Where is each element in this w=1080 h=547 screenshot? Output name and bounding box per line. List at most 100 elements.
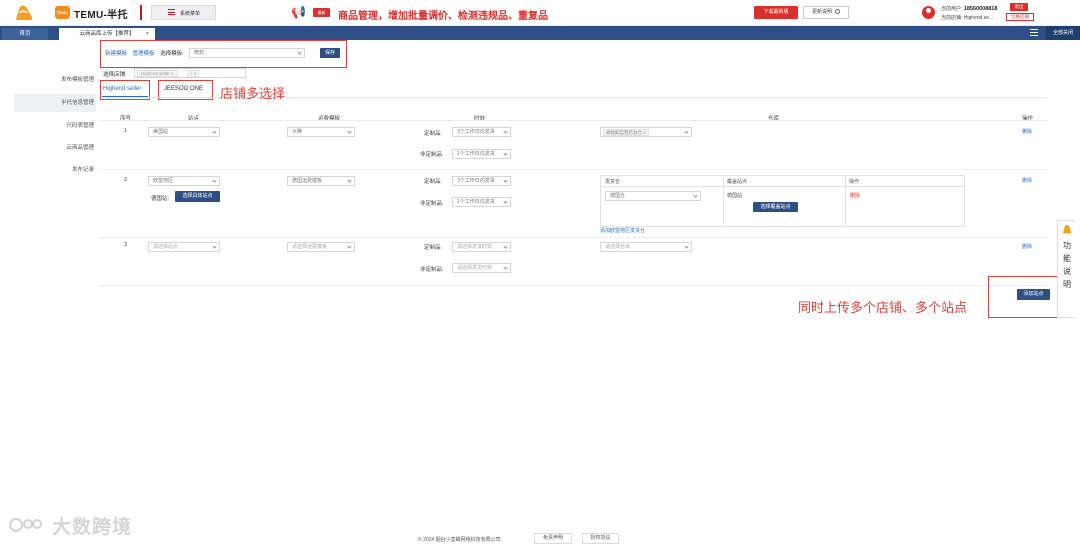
tab-cloud-upload-label: 云商品库上传【推荐】 [79, 31, 135, 37]
template-select[interactable]: 微软 [189, 48, 305, 58]
chevron-down-icon [684, 244, 689, 249]
new-template-link[interactable]: 新建模板 [105, 51, 127, 57]
close-icon[interactable]: × [146, 28, 149, 40]
custom-time-select[interactable]: 3个工作日内发货 [452, 127, 511, 137]
system-menu-label: 系统菜单 [180, 11, 201, 17]
system-menu-button[interactable]: 系统菜单 [151, 5, 216, 20]
site-select-placeholder: 请选择站点 [153, 244, 179, 250]
noncustom-time-select[interactable]: 请选择发货时效 [452, 263, 511, 273]
row-index: 3 [124, 242, 128, 248]
chevron-down-icon [347, 244, 352, 249]
select-store-label: 选择店铺: [103, 72, 127, 78]
shipping-select-placeholder: 请选择运费模板 [292, 244, 328, 250]
delete-row-link[interactable]: 删除 [1022, 177, 1032, 184]
top-header: TEMU TEMU-半托 系统菜单 📢 最新 商品管理，增加批量调价、检测违规品… [0, 0, 1080, 26]
brand-badge: TEMU [55, 6, 70, 19]
store-more-chip: + 1 [187, 70, 200, 77]
site-select[interactable]: 欧盟地区 [148, 176, 220, 186]
custom-time-value: 3个工作日内发货 [457, 129, 495, 135]
shipping-select[interactable]: 请选择运费模板 [287, 242, 355, 252]
shop-tab-jeesoo[interactable]: JEESOO ONE [164, 86, 203, 92]
wh-source-value: 德国仓 [610, 193, 626, 199]
delete-row-link[interactable]: 删除 [1022, 128, 1032, 135]
add-site-button[interactable]: 添加站点 [1017, 289, 1050, 300]
menu-icon [168, 9, 175, 15]
watermark-logo-icon [9, 518, 42, 532]
custom-time-placeholder: 请选择发货时效 [457, 244, 493, 250]
noncustom-label: 非定制品: [420, 152, 444, 158]
brand-divider [140, 5, 142, 20]
tab-home[interactable]: 首页 [2, 28, 48, 40]
license-button[interactable]: 授权协议 [582, 533, 619, 544]
chevron-down-icon [684, 129, 689, 134]
save-button[interactable]: 保存 [320, 48, 340, 58]
shipping-select[interactable]: 德国运费模板 [287, 176, 355, 186]
site-select-value: 欧盟地区 [153, 178, 174, 184]
custom-time-select[interactable]: 请选择发货时效 [452, 242, 511, 252]
shipping-select[interactable]: 大腾 [287, 127, 355, 137]
sidebar-item-label: 发布记录 [71, 167, 94, 173]
chevron-down-icon [212, 244, 217, 249]
shop-tab-highend[interactable]: Highend seller [103, 86, 141, 92]
template-select-value: 微软 [194, 50, 205, 56]
sidebar-item-publish-log[interactable]: 发布记录 [14, 161, 96, 179]
download-latest-button[interactable]: 下载最新版 [754, 6, 798, 19]
sidebar-item-size-chart[interactable]: 尺码表管理 [14, 117, 96, 135]
current-user: 当前用户: 18560008818 [941, 5, 997, 12]
custom-time-value: 3个工作日内发货 [457, 178, 495, 184]
wh-col-divider [845, 175, 846, 227]
wh-col-divider [723, 175, 724, 227]
warehouse-chip: 闻福如自营店总仓 × [603, 129, 649, 136]
site-select[interactable]: 美国站 [148, 127, 220, 137]
wh-header-cover: 覆盖站点 [727, 179, 748, 185]
select-site-button[interactable]: 选择具体站点 [175, 191, 220, 202]
warehouse-select[interactable]: 请选择仓库 [600, 242, 692, 252]
wh-source-select[interactable]: 德国仓 [605, 191, 701, 201]
sidebar-item-label: 发布模板管理 [60, 77, 94, 83]
chevron-down-icon [503, 199, 508, 204]
noncustom-label: 非定制品: [420, 267, 444, 273]
table-header-divider [101, 120, 1047, 121]
annotation-multi-upload: 同时上传多个店铺、多个站点 [798, 300, 968, 315]
noncustom-time-select[interactable]: 1个工作日内发货 [452, 149, 511, 159]
chevron-down-icon [212, 129, 217, 134]
chevron-down-icon [503, 265, 508, 270]
sidebar-item-semi-managed[interactable]: 半托信息管理 [14, 94, 96, 112]
noncustom-time-select[interactable]: 1个工作日内发货 [452, 197, 511, 207]
annotation-multi-store: 店铺多选择 [220, 86, 286, 101]
wh-delete-link[interactable]: 删除 [850, 192, 860, 199]
warehouse-subtable [600, 175, 965, 227]
disclaimer-button[interactable]: 免责声明 [534, 533, 572, 544]
site-select[interactable]: 请选择站点 [148, 242, 220, 252]
row-index: 2 [124, 177, 128, 183]
warehouse-select[interactable]: 闻福如自营店总仓 × [600, 127, 692, 137]
wh-header-action: 操作 [849, 179, 860, 185]
sub-site-label: 德国站: [151, 196, 170, 202]
custom-time-select[interactable]: 3个工作日内发货 [452, 176, 511, 186]
chevron-down-icon [347, 129, 352, 134]
custom-label: 定制品: [424, 131, 443, 137]
noncustom-label: 非定制品: [420, 201, 444, 207]
close-all-tabs-button[interactable]: 全部关闭 [1046, 26, 1080, 40]
feature-help-panel[interactable]: 功能说明 [1057, 220, 1075, 318]
store-multi-select[interactable]: Highend seller × + 1 [134, 68, 246, 78]
tab-list-icon[interactable] [1030, 29, 1038, 36]
add-eu-warehouse-link[interactable]: 添加欧盟地区发货仓 [600, 227, 645, 234]
select-cover-site-button[interactable]: 选择覆盖站点 [753, 202, 798, 212]
store-chip-label: Highend seller [141, 71, 170, 76]
chevron-down-icon [503, 178, 508, 183]
manage-template-link[interactable]: 管理模板 [133, 51, 155, 57]
custom-label: 定制品: [424, 179, 443, 185]
switch-store-button[interactable]: 切换店铺 [1006, 13, 1034, 21]
tab-bar: 首页 云商品库上传【推荐】 × [0, 26, 1080, 40]
announcement-tag: 最新 [313, 8, 330, 17]
tab-cloud-upload[interactable]: 云商品库上传【推荐】 × [59, 28, 155, 40]
sidebar-item-cloud-products[interactable]: 云商品管理 [14, 139, 96, 157]
announcement-text[interactable]: 商品管理，增加批量调价、检测违规品、重复品 [338, 7, 548, 22]
sidebar-item-template[interactable]: 发布模板管理 [14, 71, 96, 89]
update-notes-button[interactable]: 更新说明 [803, 6, 849, 19]
delete-row-link[interactable]: 删除 [1022, 243, 1032, 250]
current-user-label: 当前用户: [941, 6, 963, 12]
logout-button[interactable]: 退出 [1010, 3, 1028, 11]
row-index: 1 [124, 128, 128, 134]
